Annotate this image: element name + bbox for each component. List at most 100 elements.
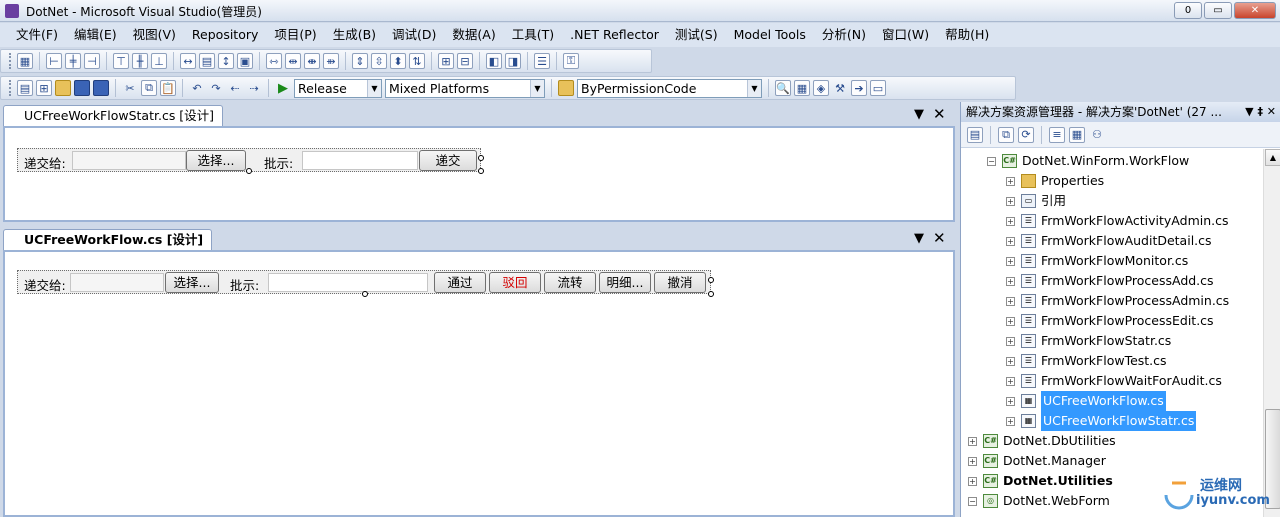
expand-icon[interactable]: +: [968, 476, 977, 486]
cancel-button[interactable]: 撤消: [654, 272, 706, 293]
tree-node-file[interactable]: + ☰ FrmWorkFlowAuditDetail.cs: [1006, 231, 1212, 251]
tree-node-file[interactable]: + ☰ FrmWorkFlowActivityAdmin.cs: [1006, 211, 1229, 231]
undo-icon[interactable]: ↶: [189, 80, 205, 96]
toolbar-grip[interactable]: [9, 53, 12, 69]
expand-icon[interactable]: +: [1006, 276, 1015, 286]
properties-window-icon[interactable]: ▦: [794, 80, 810, 96]
save-all-icon[interactable]: [93, 80, 109, 96]
lock-controls-icon[interactable]: ⚿: [563, 53, 579, 69]
cut-icon[interactable]: ✂: [122, 80, 138, 96]
menu-help[interactable]: 帮助(H): [937, 24, 997, 46]
solution-tree[interactable]: − C# DotNet.WinForm.WorkFlow + Propertie…: [961, 149, 1263, 517]
scroll-up-icon[interactable]: ▲: [1265, 149, 1280, 166]
menu-test[interactable]: 测试(S): [667, 24, 726, 46]
horizontal-spacing-increase-icon[interactable]: ⇹: [285, 53, 301, 69]
restore-button[interactable]: ▭: [1204, 2, 1232, 19]
tree-node-file[interactable]: + ☰ FrmWorkFlowProcessAdmin.cs: [1006, 291, 1229, 311]
center-horizontally-icon[interactable]: ⊞: [438, 53, 454, 69]
find-combo[interactable]: ByPermissionCode ▼: [577, 78, 762, 98]
expand-icon[interactable]: +: [1006, 296, 1015, 306]
copy-icon[interactable]: ⧉: [141, 80, 157, 96]
center-vertically-icon[interactable]: ⊟: [457, 53, 473, 69]
align-to-grid-icon[interactable]: ▦: [17, 53, 33, 69]
tree-node-file[interactable]: + ☰ FrmWorkFlowWaitForAudit.cs: [1006, 371, 1222, 391]
minimize-button[interactable]: 0: [1174, 2, 1202, 19]
expand-icon[interactable]: +: [1006, 256, 1015, 266]
transfer-button[interactable]: 流转: [544, 272, 596, 293]
horizontal-spacing-equal-icon[interactable]: ⇿: [266, 53, 282, 69]
start-debugging-icon[interactable]: ▶: [275, 80, 291, 96]
resize-handle[interactable]: [246, 168, 252, 174]
size-to-grid-icon[interactable]: ▤: [199, 53, 215, 69]
navigate-backward-icon[interactable]: ⇠: [227, 80, 243, 96]
tree-node-file[interactable]: + ☰ FrmWorkFlowTest.cs: [1006, 351, 1167, 371]
redo-icon[interactable]: ↷: [208, 80, 224, 96]
select-button[interactable]: 选择...: [186, 150, 246, 171]
designer-surface-statr[interactable]: 递交给: 选择... 批示: 递交: [3, 126, 955, 222]
vertical-spacing-remove-icon[interactable]: ⇅: [409, 53, 425, 69]
menu-build[interactable]: 生成(B): [325, 24, 384, 46]
menu-analyze[interactable]: 分析(N): [814, 24, 874, 46]
view-code-icon[interactable]: ≡: [1049, 126, 1065, 143]
menu-tools[interactable]: 工具(T): [504, 24, 562, 46]
horizontal-spacing-remove-icon[interactable]: ⇻: [323, 53, 339, 69]
menu-window[interactable]: 窗口(W): [874, 24, 937, 46]
tab-order-icon[interactable]: ☰: [534, 53, 550, 69]
pass-button[interactable]: 通过: [434, 272, 486, 293]
menu-edit[interactable]: 编辑(E): [66, 24, 125, 46]
paste-icon[interactable]: 📋: [160, 80, 176, 96]
resize-handle[interactable]: [708, 291, 714, 297]
tree-node-project[interactable]: + C# DotNet.DbUtilities: [968, 431, 1116, 451]
expand-icon[interactable]: +: [1006, 316, 1015, 326]
properties-icon[interactable]: ▤: [967, 126, 983, 143]
reject-button[interactable]: 驳回: [489, 272, 541, 293]
menu-model-tools[interactable]: Model Tools: [726, 24, 814, 46]
expand-icon[interactable]: +: [1006, 216, 1015, 226]
align-bottoms-icon[interactable]: ⊥: [151, 53, 167, 69]
horizontal-spacing-decrease-icon[interactable]: ⇼: [304, 53, 320, 69]
comment-field[interactable]: [302, 151, 418, 170]
toolbar-grip[interactable]: [9, 80, 12, 96]
expand-icon[interactable]: +: [1006, 356, 1015, 366]
align-rights-icon[interactable]: ⊣: [84, 53, 100, 69]
new-project-icon[interactable]: ▤: [17, 80, 33, 96]
menu-project[interactable]: 项目(P): [266, 24, 324, 46]
submit-to-field[interactable]: [72, 151, 186, 170]
select-button[interactable]: 选择...: [165, 272, 219, 293]
tree-node-file-selected[interactable]: + ▦ UCFreeWorkFlow.cs: [1006, 391, 1166, 411]
submit-button[interactable]: 递交: [419, 150, 477, 171]
solution-explorer-scrollbar[interactable]: ▲: [1263, 149, 1280, 517]
tree-node-project[interactable]: − C# DotNet.WinForm.WorkFlow: [987, 151, 1189, 171]
resize-handle[interactable]: [478, 155, 484, 161]
find-in-files-icon[interactable]: [558, 80, 574, 96]
tree-node-web-project[interactable]: − ◎ DotNet.WebForm: [968, 491, 1110, 511]
tab-close-icon[interactable]: ✕: [933, 105, 946, 123]
tree-node-file[interactable]: + ☰ FrmWorkFlowStatr.cs: [1006, 331, 1171, 351]
vertical-spacing-increase-icon[interactable]: ⇳: [371, 53, 387, 69]
toolbox-icon[interactable]: ⚒: [832, 80, 848, 96]
start-page-icon[interactable]: ➔: [851, 80, 867, 96]
align-middles-icon[interactable]: ╫: [132, 53, 148, 69]
save-icon[interactable]: [74, 80, 90, 96]
resize-handle[interactable]: [708, 277, 714, 283]
comment-field[interactable]: [268, 273, 428, 292]
object-browser-icon[interactable]: ◈: [813, 80, 829, 96]
tab-dropdown-icon[interactable]: ▼: [914, 231, 924, 246]
menu-data[interactable]: 数据(A): [444, 24, 503, 46]
designer-surface-workflow[interactable]: 递交给: 选择... 批示: 通过 驳回 流转 明细... 撤消: [3, 250, 955, 517]
collapse-icon[interactable]: −: [968, 496, 977, 506]
navigate-forward-icon[interactable]: ⇢: [246, 80, 262, 96]
resize-handle[interactable]: [478, 168, 484, 174]
tree-node-project[interactable]: + C# DotNet.Manager: [968, 451, 1106, 471]
tab-ucfreeworkflow-design[interactable]: UCFreeWorkFlow.cs [设计]: [3, 229, 213, 251]
tree-node-file-selected[interactable]: + ▦ UCFreeWorkFlowStatr.cs: [1006, 411, 1197, 431]
tree-node-file[interactable]: + ☰ FrmWorkFlowMonitor.cs: [1006, 251, 1188, 271]
solution-platform-select[interactable]: Mixed Platforms ▼: [385, 78, 545, 98]
align-lefts-icon[interactable]: ⊢: [46, 53, 62, 69]
bring-to-front-icon[interactable]: ◧: [486, 53, 502, 69]
expand-icon[interactable]: +: [968, 456, 977, 466]
expand-icon[interactable]: +: [1006, 176, 1015, 186]
find-icon[interactable]: 🔍: [775, 80, 791, 96]
tab-dropdown-icon[interactable]: ▼: [914, 107, 924, 122]
vertical-spacing-equal-icon[interactable]: ⇕: [352, 53, 368, 69]
